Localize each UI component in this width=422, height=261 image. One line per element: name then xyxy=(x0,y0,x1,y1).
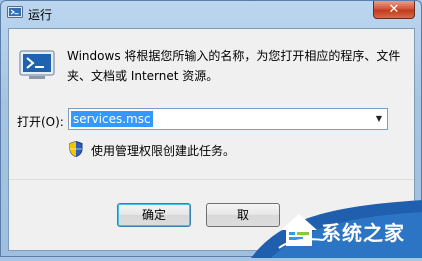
window-title: 运行 xyxy=(28,8,53,22)
run-program-icon xyxy=(19,49,57,81)
close-button[interactable]: ✕ xyxy=(373,1,415,19)
open-combobox[interactable]: services.msc ▼ xyxy=(68,108,388,130)
admin-note: 使用管理权限创建此任务。 xyxy=(91,144,236,158)
description-text: Windows 将根据您所输入的名称，为您打开相应的程序、文件夹、文档或 Int… xyxy=(67,49,401,83)
run-dialog: 运行 ✕ Windows 将根据您所输入的名称，为您打开相应的程序、文件夹、文档… xyxy=(0,0,422,258)
watermark-text: 系统之家 xyxy=(321,221,405,245)
ok-button[interactable]: 确定 xyxy=(117,203,191,227)
open-label: 打开(O): xyxy=(17,115,64,129)
run-icon xyxy=(7,6,23,20)
title-bar[interactable]: 运行 ✕ xyxy=(1,1,421,27)
uac-shield-icon xyxy=(69,140,83,158)
dropdown-arrow-icon[interactable]: ▼ xyxy=(371,109,387,129)
close-icon: ✕ xyxy=(388,2,400,17)
open-input[interactable]: services.msc xyxy=(71,111,153,127)
watermark: 系统之家 xyxy=(251,198,422,258)
